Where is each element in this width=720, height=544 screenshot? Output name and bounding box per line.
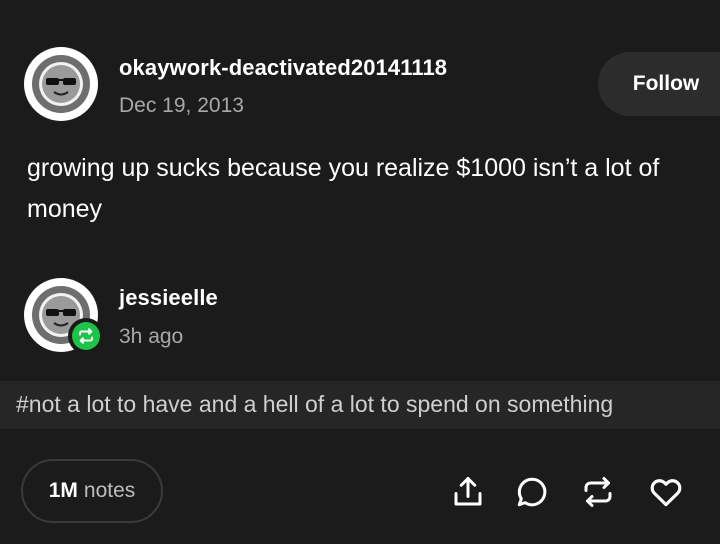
- reblog-badge-icon: [72, 322, 100, 350]
- original-blog-name[interactable]: okaywork-deactivated20141118: [119, 55, 447, 81]
- notes-label: notes: [83, 479, 136, 502]
- heart-icon[interactable]: [647, 473, 685, 511]
- reblog-time[interactable]: 3h ago: [119, 325, 183, 349]
- tag-link[interactable]: #not a lot to have and a hell of a lot t…: [16, 391, 613, 418]
- original-post-date[interactable]: Dec 19, 2013: [119, 94, 244, 118]
- tags-bar: #not a lot to have and a hell of a lot t…: [0, 381, 720, 429]
- reblog-badge: [68, 318, 104, 354]
- reply-icon[interactable]: [513, 473, 551, 511]
- original-blog-avatar[interactable]: [24, 47, 98, 121]
- notes-count: 1M: [48, 479, 78, 502]
- reblog-blog-name[interactable]: jessieelle: [119, 285, 218, 311]
- post-body-text: growing up sucks because you realize $10…: [27, 154, 660, 223]
- reblog-icon[interactable]: [579, 473, 617, 511]
- notes-button[interactable]: 1M notes: [21, 459, 163, 523]
- follow-button[interactable]: Follow: [598, 52, 720, 116]
- post-card: okaywork-deactivated20141118 Dec 19, 201…: [0, 0, 720, 544]
- share-icon[interactable]: [449, 473, 487, 511]
- sunglasses-face-icon: [32, 55, 90, 113]
